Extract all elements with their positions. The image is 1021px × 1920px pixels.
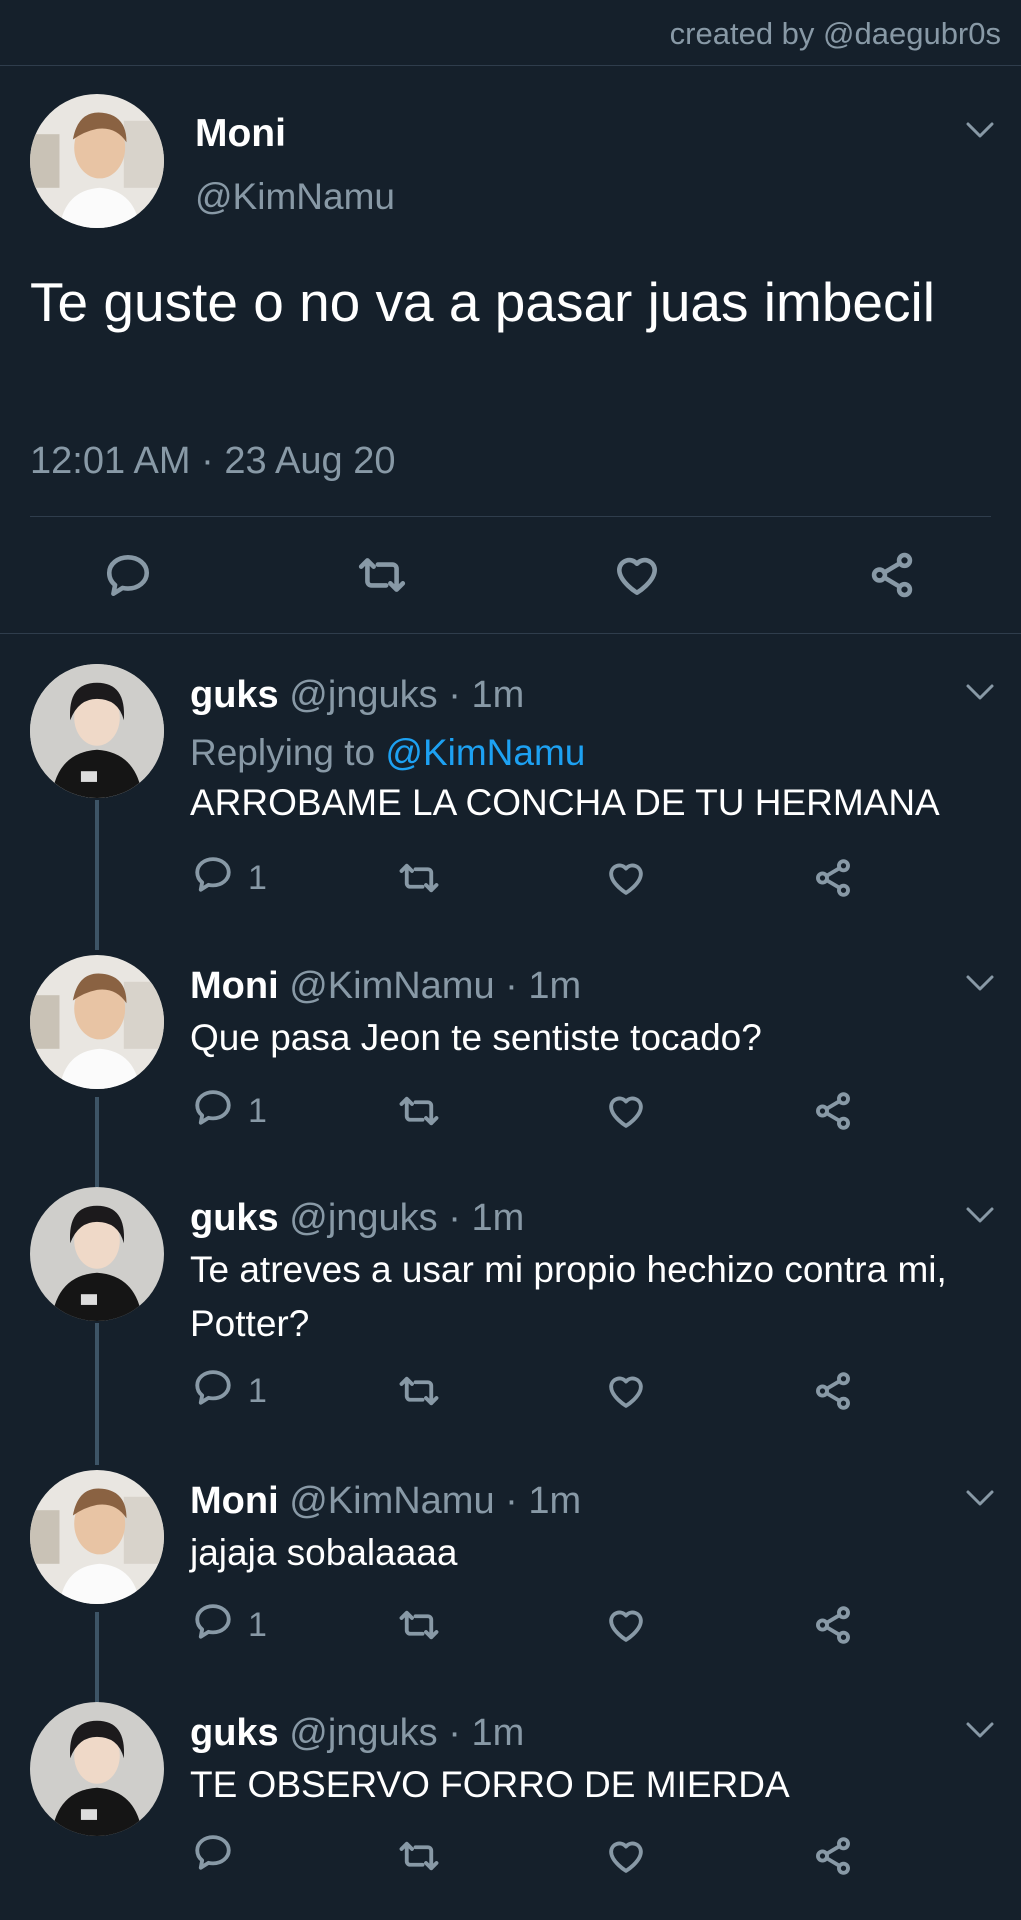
chevron-down-icon[interactable] [964,682,996,702]
like-icon[interactable] [605,1826,647,1886]
thread-line [95,1323,99,1465]
like-icon[interactable] [605,848,647,908]
chevron-down-icon[interactable] [964,973,996,993]
reply-author-name[interactable]: guks [190,1712,279,1754]
reply-header: guks @jnguks · 1m [190,1197,524,1240]
like-icon[interactable] [605,1361,647,1421]
reply-icon [192,1600,234,1651]
reply-text: Que pasa Jeon te sentiste tocado? [190,1017,762,1058]
reply-text: ARROBAME LA CONCHA DE TU HERMANA [190,782,940,823]
reply-author-name[interactable]: guks [190,1197,279,1239]
reply-author-meta[interactable]: @KimNamu · 1m [289,1480,581,1522]
reply-count: 1 [248,1091,267,1130]
reply-actions: 1 [190,1361,890,1421]
divider [30,516,991,517]
reply-count: 1 [248,1605,267,1644]
reply-author-name[interactable]: guks [190,674,279,716]
thread-line [95,1612,99,1704]
retweet-icon[interactable] [398,848,440,908]
avatar[interactable] [30,1702,164,1836]
chevron-down-icon[interactable] [964,1720,996,1740]
reply-header: Moni @KimNamu · 1m [190,1480,581,1523]
retweet-icon[interactable] [357,518,407,632]
reply-icon[interactable] [103,518,153,632]
reply-author-name[interactable]: Moni [190,1480,279,1522]
reply-actions: 1 [190,1081,890,1141]
reply-actions: 1 [190,1595,890,1655]
credit-bar: created by @daegubr0s [0,0,1021,66]
reply-button[interactable]: 1 [192,1361,267,1421]
share-icon[interactable] [812,848,854,908]
reply-count: 1 [248,858,267,897]
reply-actions: 1 [190,848,890,908]
reply-author-meta[interactable]: @jnguks · 1m [289,1197,524,1239]
share-icon[interactable] [867,518,917,632]
retweet-icon[interactable] [398,1361,440,1421]
reply-author-meta[interactable]: @jnguks · 1m [289,674,524,716]
avatar[interactable] [30,955,164,1089]
retweet-icon[interactable] [398,1826,440,1886]
chevron-down-icon[interactable] [964,1488,996,1508]
share-icon[interactable] [812,1826,854,1886]
avatar[interactable] [30,1187,164,1321]
main-author-name[interactable]: Moni [195,112,286,156]
credit-text: created by @daegubr0s [669,16,1001,51]
avatar[interactable] [30,1470,164,1604]
chevron-down-icon[interactable] [964,1205,996,1225]
reply-header: guks @jnguks · 1m [190,674,524,717]
replying-to-mention[interactable]: @KimNamu [385,732,585,773]
thread-line [95,800,99,950]
replying-to-label: Replying to [190,732,376,773]
main-tweet-text: Te guste o no va a pasar juas imbecil [30,271,935,333]
reply-icon [192,1831,234,1882]
share-icon[interactable] [812,1081,854,1141]
reply-header: Moni @KimNamu · 1m [190,965,581,1008]
reply-header: guks @jnguks · 1m [190,1712,524,1755]
avatar[interactable] [30,664,164,798]
reply-icon [192,853,234,904]
main-tweet: Moni @KimNamu Te guste o no va a pasar j… [0,66,1021,634]
reply-author-name[interactable]: Moni [190,965,279,1007]
reply-count: 1 [248,1371,267,1410]
replying-to: Replying to @KimNamu [190,732,585,774]
reply-icon [192,1366,234,1417]
retweet-icon[interactable] [398,1081,440,1141]
like-icon[interactable] [612,518,662,632]
retweet-icon[interactable] [398,1595,440,1655]
reply-text: jajaja sobalaaaa [190,1532,458,1573]
share-icon[interactable] [812,1595,854,1655]
reply-button[interactable]: 1 [192,1595,267,1655]
share-icon[interactable] [812,1361,854,1421]
like-icon[interactable] [605,1081,647,1141]
reply-author-meta[interactable]: @KimNamu · 1m [289,965,581,1007]
reply-actions [190,1826,890,1886]
main-author-handle[interactable]: @KimNamu [195,176,395,218]
main-tweet-timestamp[interactable]: 12:01 AM · 23 Aug 20 [30,440,396,483]
reply-button[interactable] [192,1826,248,1886]
like-icon[interactable] [605,1595,647,1655]
tweet-thread-page: created by @daegubr0s Moni @KimNamu Te g… [0,0,1021,1920]
reply-button[interactable]: 1 [192,1081,267,1141]
reply-icon [192,1086,234,1137]
chevron-down-icon[interactable] [964,120,996,140]
reply-author-meta[interactable]: @jnguks · 1m [289,1712,524,1754]
reply-button[interactable]: 1 [192,848,267,908]
avatar[interactable] [30,94,164,228]
reply-text: Te atreves a usar mi propio hechizo cont… [190,1249,947,1344]
reply-text: TE OBSERVO FORRO DE MIERDA [190,1764,790,1805]
thread-line [95,1097,99,1187]
main-tweet-actions [0,518,1021,632]
